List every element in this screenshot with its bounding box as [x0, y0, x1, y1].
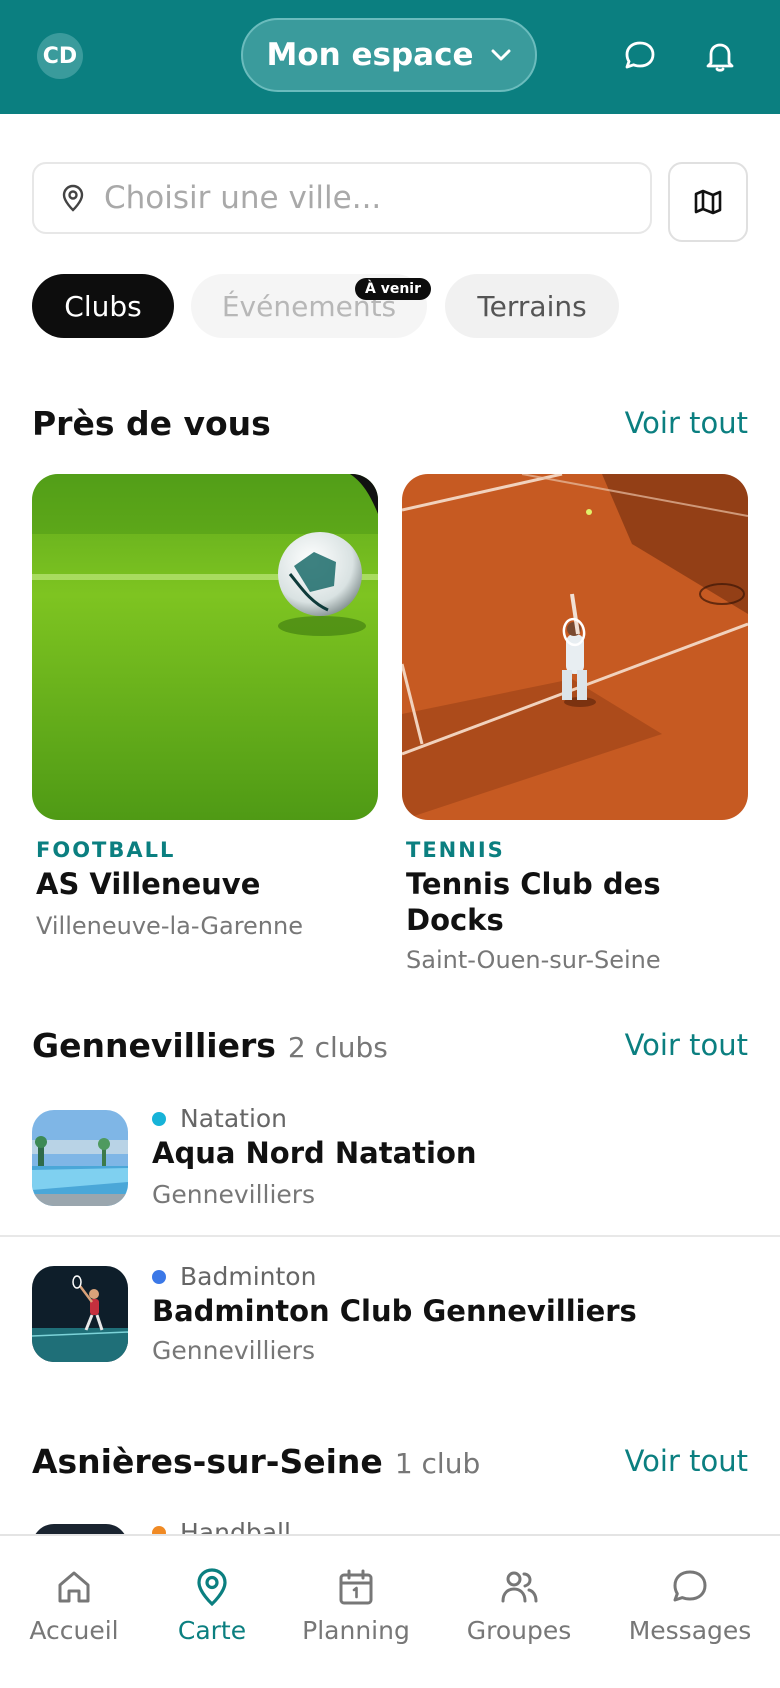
- club-card-name[interactable]: AS Villeneuve: [36, 866, 376, 902]
- space-selector-button[interactable]: Mon espace: [241, 18, 537, 92]
- club-row-sport-label: Natation: [180, 1104, 288, 1133]
- nav-label: Accueil: [29, 1616, 119, 1645]
- nav-label: Carte: [177, 1616, 247, 1645]
- calendar-icon: [339, 1569, 373, 1605]
- section-club-count: 2 clubs: [287, 1031, 388, 1064]
- club-card-sport: TENNIS: [406, 838, 505, 862]
- list-divider: [0, 1235, 780, 1237]
- chevron-down-icon: [491, 49, 510, 61]
- sport-color-dot: [152, 1269, 166, 1284]
- football-field-image: [32, 474, 378, 820]
- location-pin-icon: [62, 184, 84, 212]
- avatar[interactable]: CD: [37, 33, 83, 79]
- tab-clubs[interactable]: Clubs: [32, 274, 174, 338]
- city-search-input[interactable]: [102, 179, 626, 217]
- badminton-player-image: [32, 1266, 128, 1362]
- club-card-city: Villeneuve-la-Garenne: [36, 912, 303, 940]
- nav-label: Messages: [628, 1616, 752, 1645]
- bell-icon[interactable]: [702, 38, 738, 74]
- nav-label: Planning: [302, 1616, 410, 1645]
- club-row-sport-label: Badminton: [180, 1262, 317, 1291]
- club-card-name[interactable]: Tennis Club des Docks: [406, 866, 746, 938]
- chat-icon[interactable]: [622, 38, 658, 74]
- bottom-navigation: Accueil Carte Planning Groupes Messages: [0, 1534, 780, 1688]
- swimming-pool-image: [32, 1110, 128, 1206]
- club-row-city: Gennevilliers: [152, 1180, 316, 1209]
- nav-item-groupes[interactable]: Groupes: [466, 1566, 572, 1645]
- club-row-city: Gennevilliers: [152, 1336, 316, 1365]
- club-thumbnail-badminton[interactable]: [32, 1266, 128, 1362]
- section-title-gennevilliers: Gennevilliers 2 clubs: [32, 1026, 388, 1065]
- section-title-nearby: Près de vous: [32, 404, 271, 443]
- tab-terrains[interactable]: Terrains: [445, 274, 619, 338]
- map-icon: [694, 189, 722, 215]
- map-pin-icon: [197, 1568, 227, 1607]
- city-search-field[interactable]: [32, 162, 652, 234]
- tennis-court-image: [402, 474, 748, 820]
- club-row-sport: Badminton: [152, 1262, 316, 1291]
- sport-color-dot: [152, 1111, 166, 1126]
- nav-item-accueil[interactable]: Accueil: [29, 1566, 119, 1645]
- map-view-button[interactable]: [668, 162, 748, 242]
- nav-item-messages[interactable]: Messages: [628, 1566, 752, 1645]
- club-card-city: Saint-Ouen-sur-Seine: [406, 946, 661, 974]
- section-city-name: Gennevilliers: [32, 1026, 276, 1065]
- see-all-asnieres-link[interactable]: Voir tout: [625, 1444, 748, 1478]
- see-all-nearby-link[interactable]: Voir tout: [625, 406, 748, 440]
- see-all-gennevilliers-link[interactable]: Voir tout: [625, 1028, 748, 1062]
- nav-item-carte[interactable]: Carte: [170, 1566, 254, 1645]
- club-card-sport: FOOTBALL: [36, 838, 176, 862]
- section-city-name: Asnières-sur-Seine: [32, 1442, 383, 1481]
- club-row-sport: Natation: [152, 1104, 287, 1133]
- club-card-image-football[interactable]: [32, 474, 378, 820]
- top-header: CD Mon espace: [0, 0, 780, 114]
- users-icon: [501, 1571, 538, 1603]
- club-card-image-tennis[interactable]: [402, 474, 748, 820]
- section-title-asnieres: Asnières-sur-Seine 1 club: [32, 1442, 480, 1481]
- message-icon: [673, 1570, 707, 1602]
- section-club-count: 1 club: [394, 1447, 481, 1480]
- club-row-name[interactable]: Badminton Club Gennevilliers: [152, 1294, 637, 1328]
- club-row-name[interactable]: Aqua Nord Natation: [152, 1136, 477, 1170]
- upcoming-badge: À venir: [355, 278, 431, 300]
- nav-label: Groupes: [466, 1616, 572, 1645]
- home-icon: [58, 1571, 90, 1603]
- nav-item-planning[interactable]: Planning: [300, 1566, 412, 1645]
- space-selector-label: Mon espace: [266, 37, 474, 73]
- club-thumbnail-swimming[interactable]: [32, 1110, 128, 1206]
